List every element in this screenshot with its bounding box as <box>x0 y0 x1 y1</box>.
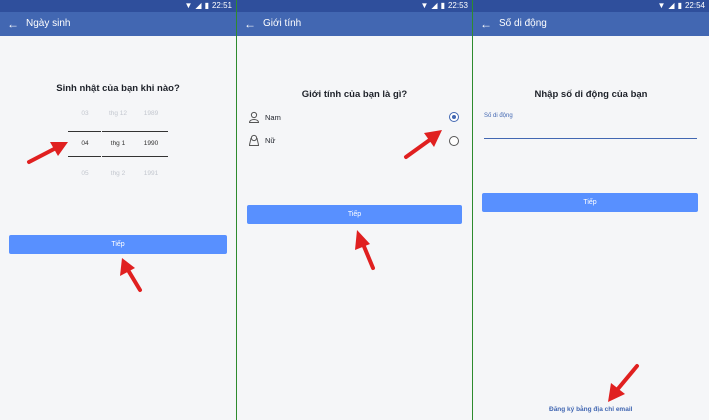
back-arrow-icon[interactable]: ← <box>244 16 256 32</box>
status-icons: ▼ ◢ ▮ 22:53 <box>420 0 468 12</box>
radio-button-selected[interactable] <box>449 112 459 122</box>
signal-icon: ◢ <box>195 1 202 10</box>
annotation-arrow-icon <box>27 142 68 164</box>
annotation-arrow-icon <box>404 130 442 159</box>
wifi-icon: ▼ <box>420 1 429 10</box>
battery-icon: ▮ <box>204 1 209 10</box>
picker-month-selected[interactable]: thg 1 <box>101 140 135 147</box>
status-bar: ▼ ◢ ▮ 22:53 <box>237 0 472 12</box>
picker-year-divider-top <box>135 131 168 132</box>
register-with-email-link[interactable]: Đăng ký bằng địa chỉ email <box>549 406 632 413</box>
status-time: 22:51 <box>211 1 232 10</box>
next-button[interactable]: Tiếp <box>247 205 462 224</box>
phone-field-label: Số di động <box>484 113 513 119</box>
page-title: Số di động <box>499 18 547 29</box>
status-icons: ▼ ◢ ▮ 22:51 <box>184 0 232 12</box>
picker-day-prev[interactable]: 03 <box>68 110 102 117</box>
screen-heading: Sinh nhật của bạn khi nào? <box>56 83 180 94</box>
phone-screen: ▼ ◢ ▮ 22:54 ← Số di động Nhập số di động… <box>473 0 709 420</box>
next-button[interactable]: Tiếp <box>9 235 227 254</box>
picker-year-divider-bottom <box>135 156 168 157</box>
signal-icon: ◢ <box>431 1 438 10</box>
battery-icon: ▮ <box>440 1 445 10</box>
picker-day-selected[interactable]: 04 <box>68 140 102 147</box>
picker-day-divider-top <box>68 131 101 132</box>
gender-option-label: Nữ <box>265 136 276 145</box>
status-bar: ▼ ◢ ▮ 22:54 <box>473 0 709 12</box>
annotation-arrow-icon <box>120 258 142 292</box>
picker-year-selected[interactable]: 1990 <box>134 140 168 147</box>
status-icons: ▼ ◢ ▮ 22:54 <box>657 0 705 12</box>
page-title: Giới tính <box>263 18 302 29</box>
picker-month-divider-top <box>102 131 135 132</box>
page-title: Ngày sinh <box>26 18 71 29</box>
picker-month-prev[interactable]: thg 12 <box>101 110 135 117</box>
female-person-icon <box>248 134 260 146</box>
screen-heading: Giới tính của bạn là gì? <box>301 89 408 100</box>
picker-year-next[interactable]: 1991 <box>134 170 168 177</box>
app-bar: ← Số di động <box>473 12 709 36</box>
picker-day-divider-bottom <box>68 156 101 157</box>
app-bar: ← Ngày sinh <box>0 12 236 36</box>
signal-icon: ◢ <box>668 1 675 10</box>
status-time: 22:54 <box>684 1 705 10</box>
phone-input-underline[interactable] <box>484 138 697 139</box>
birthday-screen: ▼ ◢ ▮ 22:51 ← Ngày sinh Sinh nhật của bạ… <box>0 0 236 420</box>
app-bar: ← Giới tính <box>237 12 472 36</box>
screen-heading: Nhập số di động của bạn <box>534 89 648 100</box>
back-arrow-icon[interactable]: ← <box>480 16 492 32</box>
next-button[interactable]: Tiếp <box>482 193 698 212</box>
picker-month-next[interactable]: thg 2 <box>101 170 135 177</box>
picker-day-next[interactable]: 05 <box>68 170 102 177</box>
annotation-arrow-icon <box>355 230 375 270</box>
gender-screen: ▼ ◢ ▮ 22:53 ← Giới tính Giới tính của bạ… <box>237 0 472 420</box>
picker-month-divider-bottom <box>102 156 135 157</box>
wifi-icon: ▼ <box>657 1 666 10</box>
picker-year-prev[interactable]: 1989 <box>134 110 168 117</box>
battery-icon: ▮ <box>677 1 682 10</box>
wifi-icon: ▼ <box>184 1 193 10</box>
status-bar: ▼ ◢ ▮ 22:51 <box>0 0 236 12</box>
gender-option-label: Nam <box>265 113 281 122</box>
back-arrow-icon[interactable]: ← <box>7 16 19 32</box>
radio-button-unselected[interactable] <box>449 136 459 146</box>
male-person-icon <box>248 111 260 123</box>
status-time: 22:53 <box>447 1 468 10</box>
annotation-arrow-icon <box>608 364 639 402</box>
